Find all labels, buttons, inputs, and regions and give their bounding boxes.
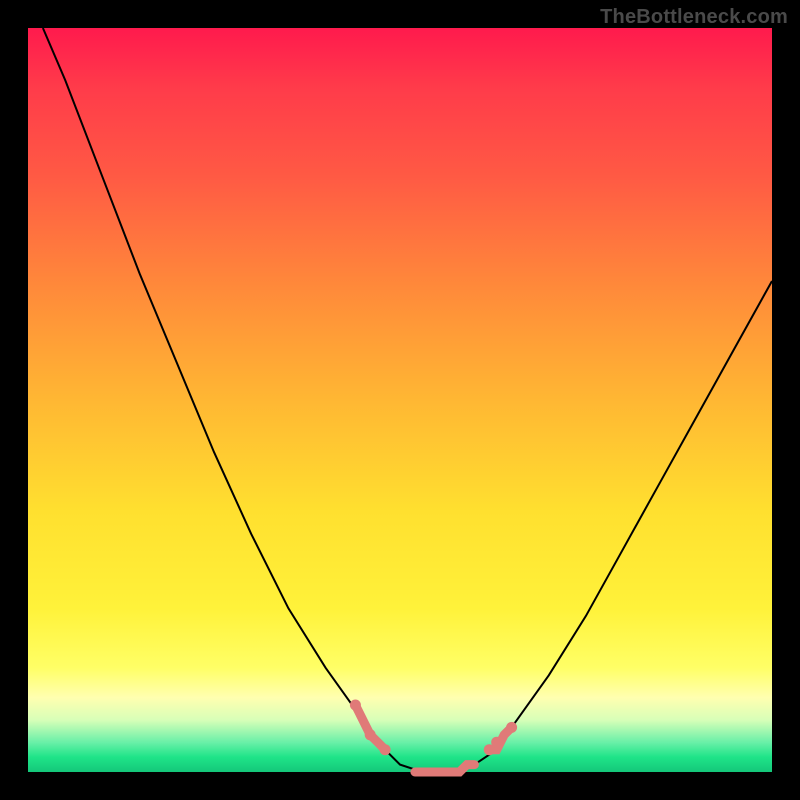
highlight-dot	[506, 722, 517, 733]
highlight-dot	[365, 729, 376, 740]
highlight-dot	[380, 744, 391, 755]
highlight-segment	[415, 765, 475, 772]
bottleneck-curve	[43, 28, 772, 772]
highlight-dot	[491, 737, 502, 748]
highlight-segment	[355, 705, 385, 750]
highlight-segments	[355, 705, 511, 772]
highlight-dot	[350, 700, 361, 711]
highlight-dots	[350, 700, 517, 756]
plot-area	[28, 28, 772, 772]
watermark-text: TheBottleneck.com	[600, 6, 788, 29]
curve-svg	[28, 28, 772, 772]
chart-frame: TheBottleneck.com	[0, 0, 800, 800]
